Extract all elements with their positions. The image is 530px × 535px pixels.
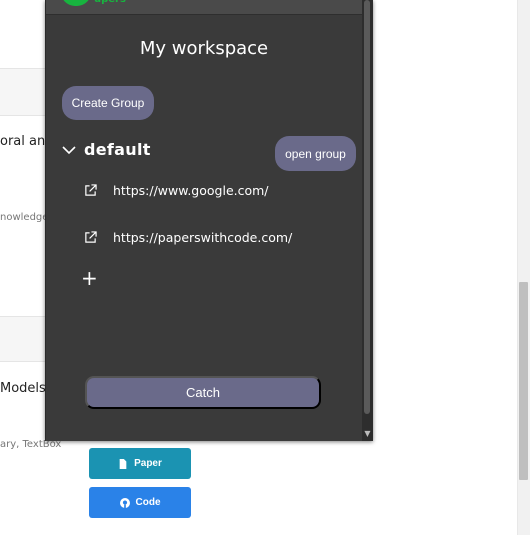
link-item[interactable]: https://paperswithcode.com/ xyxy=(84,230,292,245)
link-url[interactable]: https://www.google.com/ xyxy=(113,183,269,198)
popup-header: upers xyxy=(46,0,362,15)
paper-meta: nowledge xyxy=(0,212,49,223)
open-group-button[interactable]: open group xyxy=(275,136,356,171)
paper-title[interactable]: Models xyxy=(0,381,46,396)
popup-scrollbar-thumb[interactable] xyxy=(364,0,370,414)
logo xyxy=(61,0,91,6)
logo-text: upers xyxy=(94,0,126,5)
add-link-button[interactable]: + xyxy=(81,268,98,288)
scroll-down-arrow-icon[interactable]: ▼ xyxy=(362,428,373,440)
github-icon xyxy=(119,497,130,508)
catch-button[interactable]: Catch xyxy=(85,376,321,409)
file-icon xyxy=(119,458,127,469)
link-item[interactable]: https://www.google.com/ xyxy=(84,183,269,198)
create-group-button[interactable]: Create Group xyxy=(62,86,154,120)
external-link-icon[interactable] xyxy=(84,231,97,244)
code-button[interactable]: Code xyxy=(89,487,191,518)
workspace-popup: upers My workspace Create Group default … xyxy=(45,0,373,441)
code-button-label: Code xyxy=(135,497,161,508)
page-title: My workspace xyxy=(139,38,269,59)
group-name: default xyxy=(84,140,151,159)
external-link-icon[interactable] xyxy=(84,184,97,197)
paper-button[interactable]: Paper xyxy=(89,448,191,479)
chevron-down-icon[interactable] xyxy=(62,145,76,155)
paper-button-label: Paper xyxy=(134,458,162,469)
link-url[interactable]: https://paperswithcode.com/ xyxy=(113,230,292,245)
page-scrollbar-thumb[interactable] xyxy=(519,282,528,480)
group-header-default[interactable]: default xyxy=(62,140,151,159)
